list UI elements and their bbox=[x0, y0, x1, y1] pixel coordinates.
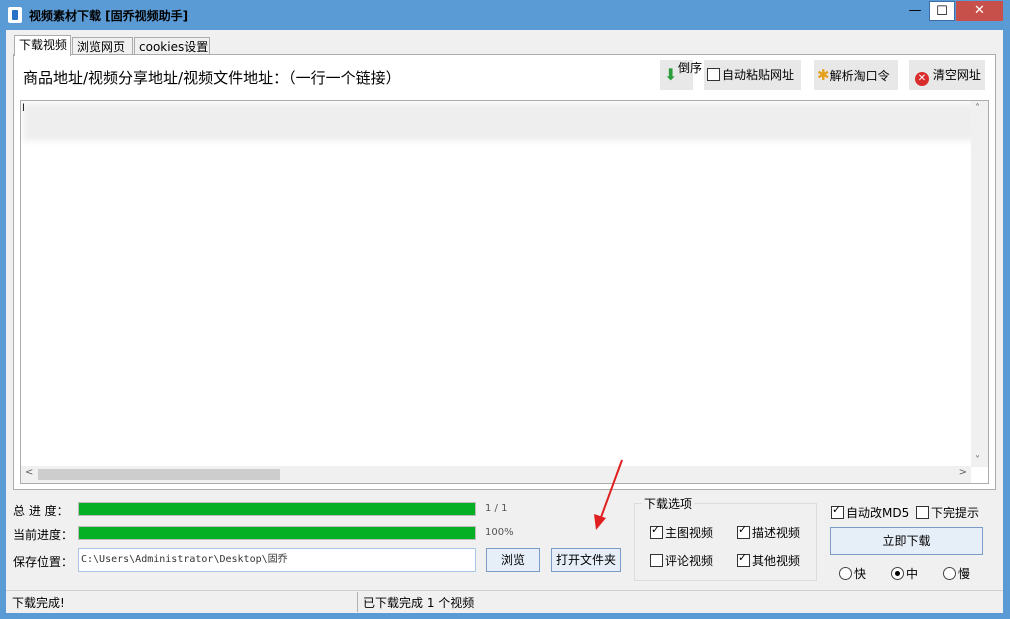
speed-fast-radio[interactable]: 快 bbox=[839, 565, 866, 582]
desc-video-label: 描述视频 bbox=[752, 526, 801, 540]
app-window: 视频素材下载 [固乔视频助手] — ☐ ✕ 下载视频 浏览网页 cookies设… bbox=[0, 0, 1010, 619]
checkbox-icon bbox=[737, 551, 750, 567]
browse-button[interactable]: 浏览 bbox=[486, 548, 540, 572]
title-bar: 视频素材下载 [固乔视频助手] — ☐ ✕ bbox=[0, 0, 1010, 30]
scroll-thumb[interactable] bbox=[38, 469, 280, 480]
parse-taokouling-button[interactable]: ✱解析淘口令 bbox=[814, 60, 898, 90]
total-progress-text: 1 / 1 bbox=[485, 503, 508, 514]
clear-x-icon: ✕ bbox=[915, 72, 929, 86]
speed-fast-label: 快 bbox=[854, 567, 867, 581]
checkbox-icon bbox=[831, 503, 844, 519]
asterisk-icon: ✱ bbox=[817, 66, 830, 84]
radio-icon bbox=[891, 567, 904, 580]
scroll-down-icon[interactable]: ˅ bbox=[975, 455, 980, 466]
other-video-label: 其他视频 bbox=[752, 554, 801, 568]
parse-label: 解析淘口令 bbox=[829, 69, 890, 83]
open-folder-button[interactable]: 打开文件夹 bbox=[551, 548, 621, 572]
maximize-button[interactable]: ☐ bbox=[929, 1, 955, 21]
close-button[interactable]: ✕ bbox=[956, 1, 1003, 21]
save-path-field[interactable]: C:\Users\Administrator\Desktop\固乔 bbox=[78, 548, 476, 572]
app-icon bbox=[8, 7, 22, 23]
window-title: 视频素材下载 [固乔视频助手] bbox=[29, 9, 189, 23]
auto-paste-checkbox[interactable]: 自动粘贴网址 bbox=[704, 60, 801, 90]
auto-paste-label: 自动粘贴网址 bbox=[722, 68, 795, 82]
download-now-button[interactable]: 立即下载 bbox=[830, 527, 983, 555]
current-progress-fill bbox=[79, 527, 475, 539]
checkbox-icon bbox=[650, 523, 663, 539]
auto-md5-label: 自动改MD5 bbox=[846, 506, 910, 520]
finish-tip-label: 下完提示 bbox=[931, 506, 980, 520]
clear-label: 清空网址 bbox=[932, 68, 981, 82]
status-left: 下载完成! bbox=[12, 596, 65, 610]
blurred-url-text bbox=[23, 103, 978, 141]
current-progress-bar bbox=[78, 526, 476, 540]
finish-tip-checkbox[interactable]: 下完提示 bbox=[916, 504, 979, 521]
minimize-button[interactable]: — bbox=[902, 1, 928, 21]
checkbox-icon bbox=[737, 523, 750, 539]
radio-icon bbox=[943, 567, 956, 580]
status-right: 已下载完成 1 个视频 bbox=[363, 596, 475, 610]
tab-download-video[interactable]: 下载视频 bbox=[14, 35, 71, 56]
total-progress-bar bbox=[78, 502, 476, 516]
radio-icon bbox=[839, 567, 852, 580]
status-bar: 下载完成! 已下载完成 1 个视频 bbox=[6, 590, 1003, 613]
down-arrow-icon: ⬇ bbox=[664, 65, 678, 84]
scroll-left-icon[interactable]: < bbox=[25, 467, 33, 478]
main-video-label: 主图视频 bbox=[665, 526, 714, 540]
total-progress-label: 总 进 度： bbox=[13, 504, 69, 518]
speed-slow-radio[interactable]: 慢 bbox=[943, 565, 970, 582]
comment-video-label: 评论视频 bbox=[665, 554, 714, 568]
vertical-scrollbar[interactable]: ˄ ˅ bbox=[971, 101, 988, 467]
tab-browse-web[interactable]: 浏览网页 bbox=[72, 37, 133, 55]
desc-video-checkbox[interactable]: 描述视频 bbox=[737, 523, 801, 541]
current-progress-text: 100% bbox=[485, 527, 514, 538]
comment-video-checkbox[interactable]: 评论视频 bbox=[650, 552, 713, 569]
reverse-order-label: 倒序 bbox=[678, 61, 703, 75]
auto-md5-checkbox[interactable]: 自动改MD5 bbox=[831, 503, 910, 521]
url-text: l bbox=[22, 103, 25, 114]
scroll-up-icon[interactable]: ˄ bbox=[975, 103, 980, 114]
total-progress-fill bbox=[79, 503, 475, 515]
horizontal-scrollbar[interactable]: < > bbox=[21, 466, 971, 483]
clear-urls-button[interactable]: ✕ 清空网址 bbox=[909, 60, 985, 90]
tab-cookies-settings[interactable]: cookies设置 bbox=[134, 37, 210, 55]
checkbox-icon bbox=[650, 554, 663, 567]
client-area: 下载视频 浏览网页 cookies设置 商品地址/视频分享地址/视频文件地址：（… bbox=[6, 30, 1003, 613]
other-video-checkbox[interactable]: 其他视频 bbox=[737, 551, 801, 569]
status-divider bbox=[357, 592, 358, 612]
checkbox-icon bbox=[707, 68, 720, 81]
speed-medium-label: 中 bbox=[906, 567, 919, 581]
scroll-right-icon[interactable]: > bbox=[959, 467, 967, 478]
instruction-label: 商品地址/视频分享地址/视频文件地址：（一行一个链接） bbox=[23, 69, 401, 87]
download-options-title: 下载选项 bbox=[642, 495, 695, 512]
checkbox-icon bbox=[916, 506, 929, 519]
current-progress-label: 当前进度： bbox=[13, 528, 74, 542]
url-textarea[interactable]: l ˄ ˅ < > bbox=[20, 100, 989, 484]
save-location-label: 保存位置： bbox=[13, 555, 74, 569]
main-video-checkbox[interactable]: 主图视频 bbox=[650, 523, 714, 541]
speed-medium-radio[interactable]: 中 bbox=[891, 565, 918, 582]
download-panel: 商品地址/视频分享地址/视频文件地址：（一行一个链接） ⬇ 倒序 自动粘贴网址 … bbox=[13, 54, 996, 490]
reverse-order-button[interactable]: ⬇ 倒序 bbox=[660, 60, 703, 90]
download-options-group bbox=[634, 503, 817, 581]
speed-slow-label: 慢 bbox=[958, 567, 971, 581]
